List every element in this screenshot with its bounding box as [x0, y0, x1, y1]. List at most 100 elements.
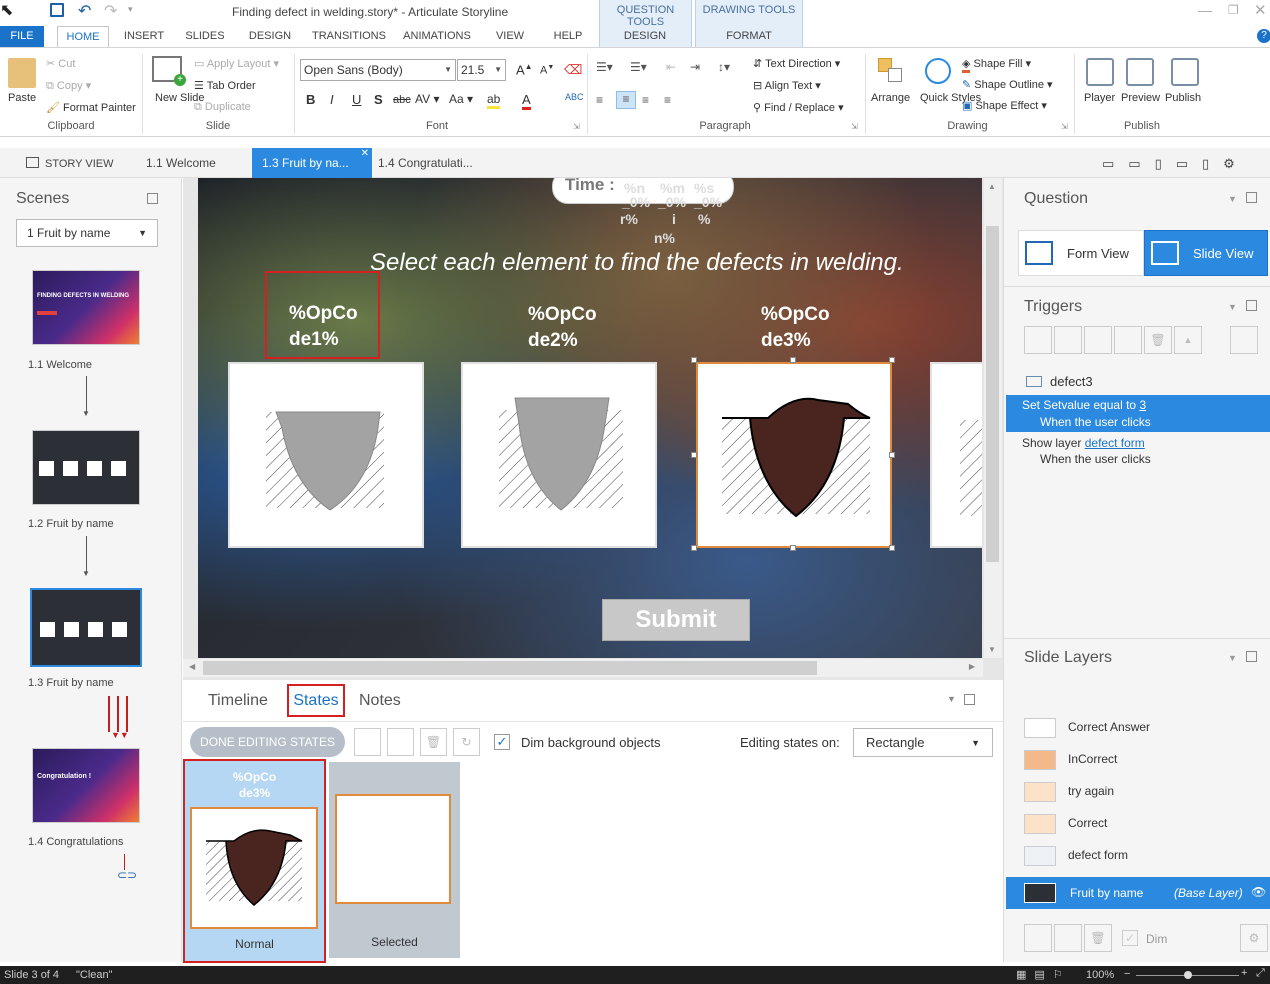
player-icon[interactable]	[1086, 58, 1114, 86]
variables-icon[interactable]	[1230, 326, 1258, 354]
tab-notes[interactable]: Notes	[359, 692, 401, 710]
char-spacing-icon[interactable]: AV ▾	[415, 92, 439, 106]
base-layer-row[interactable]: Fruit by name (Base Layer) 👁	[1006, 877, 1270, 909]
tab-insert[interactable]: INSERT	[118, 26, 170, 47]
italic-icon[interactable]: I	[330, 92, 334, 107]
device-preview-icons[interactable]: ▭▭▯▭▯⚙	[1102, 156, 1270, 172]
paste-trigger-icon[interactable]	[1114, 326, 1142, 354]
state-normal[interactable]: %OpCo de3% Normal	[183, 759, 326, 963]
trigger-value-link[interactable]: 3	[1139, 398, 1146, 412]
strikethrough-icon[interactable]: abc	[393, 94, 411, 106]
delete-trigger-icon[interactable]: 🗑	[1144, 326, 1172, 354]
panel-collapse-icon[interactable]: ▼	[947, 694, 956, 704]
resize-handle[interactable]	[691, 357, 697, 363]
arrange-icon[interactable]	[878, 58, 904, 84]
tab-story-view[interactable]: STORY VIEW	[16, 148, 138, 178]
shape-fill-button[interactable]: ◈ Shape Fill ▾	[962, 57, 1031, 73]
font-color-icon[interactable]: A	[522, 92, 531, 110]
vertical-scrollbar[interactable]: ▲ ▼	[984, 178, 1002, 658]
new-slide-button[interactable]: New Slide	[155, 92, 205, 105]
tab-view[interactable]: VIEW	[488, 26, 532, 47]
save-icon[interactable]	[50, 3, 64, 17]
tab-drawing-format[interactable]: FORMAT	[696, 26, 802, 47]
zoom-slider-thumb[interactable]	[1184, 971, 1192, 979]
duplicate-button[interactable]: ⧉ Duplicate	[194, 101, 251, 114]
view-mode-icons[interactable]: ▦▤⚐	[1016, 968, 1071, 981]
dialog-launcher-icon[interactable]: ⇲	[1061, 122, 1068, 131]
delete-layer-icon[interactable]: 🗑	[1084, 924, 1112, 952]
dialog-launcher-icon[interactable]: ⇲	[573, 122, 580, 131]
preview-icon[interactable]	[1126, 58, 1154, 86]
zoom-slider[interactable]	[1136, 971, 1239, 979]
trigger-value-link[interactable]: defect form	[1085, 436, 1145, 450]
resize-handle[interactable]	[691, 452, 697, 458]
underline-icon[interactable]: U	[352, 92, 361, 107]
cut-button[interactable]: ✂ Cut	[46, 57, 75, 70]
layer-name[interactable]: try again	[1068, 784, 1114, 798]
tab-help[interactable]: HELP	[548, 26, 588, 47]
shape-outline-button[interactable]: ✎ Shape Outline ▾	[962, 78, 1053, 91]
scroll-thumb[interactable]	[986, 226, 999, 562]
submit-button[interactable]: Submit	[602, 599, 750, 641]
clear-format-icon[interactable]: ⌫	[564, 62, 582, 78]
fit-window-icon[interactable]: ⤢	[1256, 967, 1265, 980]
publish-button[interactable]: Publish	[1165, 92, 1201, 104]
done-editing-states-button[interactable]: DONE EDITING STATES	[190, 727, 345, 757]
highlight-icon[interactable]: ab	[487, 92, 501, 109]
quick-styles-button[interactable]: Quick Styles	[920, 92, 981, 105]
form-view-button[interactable]: Form View	[1018, 230, 1144, 276]
numbering-icon[interactable]: ☰▾	[630, 60, 647, 74]
panel-collapse-icon[interactable]: ▼	[1228, 653, 1237, 663]
resize-handle[interactable]	[691, 545, 697, 551]
move-trigger-up-icon[interactable]: ▲	[1174, 326, 1202, 354]
align-center-icon[interactable]: ≡	[616, 91, 636, 109]
spell-check-icon[interactable]: ABC	[565, 92, 584, 102]
horizontal-scrollbar[interactable]: ◀ ▶	[183, 659, 983, 677]
quick-styles-icon[interactable]	[925, 58, 951, 84]
tab-file[interactable]: FILE	[0, 26, 44, 47]
tab-slide-fruit-by-name[interactable]: 1.3 Fruit by na... ✕	[252, 148, 372, 178]
copy-button[interactable]: ⧉ Copy ▾	[46, 79, 91, 93]
defect3-card[interactable]	[696, 362, 892, 548]
tab-slides[interactable]: SLIDES	[180, 26, 230, 47]
slide-view-button[interactable]: Slide View	[1144, 230, 1268, 276]
resize-handle[interactable]	[889, 452, 895, 458]
text-direction-button[interactable]: ⇵ Text Direction ▾	[753, 57, 840, 70]
find-replace-button[interactable]: ⚲ Find / Replace ▾	[753, 101, 844, 114]
delete-state-icon[interactable]: 🗑	[420, 728, 447, 756]
player-button[interactable]: Player	[1084, 92, 1115, 104]
bullets-icon[interactable]: ☰▾	[596, 60, 613, 74]
slide-thumb-congratulations[interactable]: Congratulation !	[32, 748, 140, 823]
defect2-label[interactable]: %OpCo de2%	[528, 302, 597, 354]
align-right-icon[interactable]: ≡	[642, 93, 649, 107]
slide-canvas[interactable]: Time : %n _0% r% %m _0% i n% %s _0% % Se…	[198, 178, 982, 658]
resize-handle[interactable]	[790, 545, 796, 551]
shrink-font-icon[interactable]: A▼	[540, 64, 554, 77]
scene-select[interactable]: 1 Fruit by name ▼	[16, 219, 158, 247]
editing-states-select[interactable]: Rectangle ▼	[853, 728, 993, 757]
shape-effect-button[interactable]: ▣ Shape Effect ▾	[962, 99, 1047, 112]
layer-name[interactable]: InCorrect	[1068, 752, 1117, 766]
defect1-card[interactable]	[228, 362, 424, 548]
trigger-item[interactable]: Show layer defect form	[1022, 436, 1145, 450]
tab-question-design[interactable]: DESIGN	[600, 26, 690, 47]
tab-timeline[interactable]: Timeline	[208, 692, 268, 710]
change-case-icon[interactable]: Aa ▾	[449, 92, 473, 106]
tab-home[interactable]: HOME	[57, 26, 109, 47]
defect1-label[interactable]: %OpCo de1%	[289, 301, 358, 353]
font-family-select[interactable]: Open Sans (Body) ▼	[300, 59, 456, 81]
layer-name[interactable]: Correct	[1068, 816, 1107, 830]
dim-layer-checkbox[interactable]: ✓	[1122, 930, 1138, 946]
tab-animations[interactable]: ANIMATIONS	[397, 26, 477, 47]
new-trigger-icon[interactable]	[1024, 326, 1052, 354]
increase-indent-icon[interactable]: ⇥	[690, 60, 700, 74]
slide-thumb-fruit-2[interactable]	[30, 588, 142, 667]
format-painter-button[interactable]: 🖌 Format Painter	[46, 101, 136, 114]
decrease-indent-icon[interactable]: ⇤	[666, 60, 676, 74]
dim-background-checkbox[interactable]: ✓	[494, 734, 510, 750]
slide-thumb-fruit-1[interactable]	[32, 430, 140, 505]
defect3-label[interactable]: %OpCo de3%	[761, 302, 830, 354]
shadow-icon[interactable]: S	[374, 92, 383, 107]
dialog-launcher-icon[interactable]: ⇲	[851, 122, 858, 131]
zoom-out-icon[interactable]: −	[1124, 968, 1130, 980]
